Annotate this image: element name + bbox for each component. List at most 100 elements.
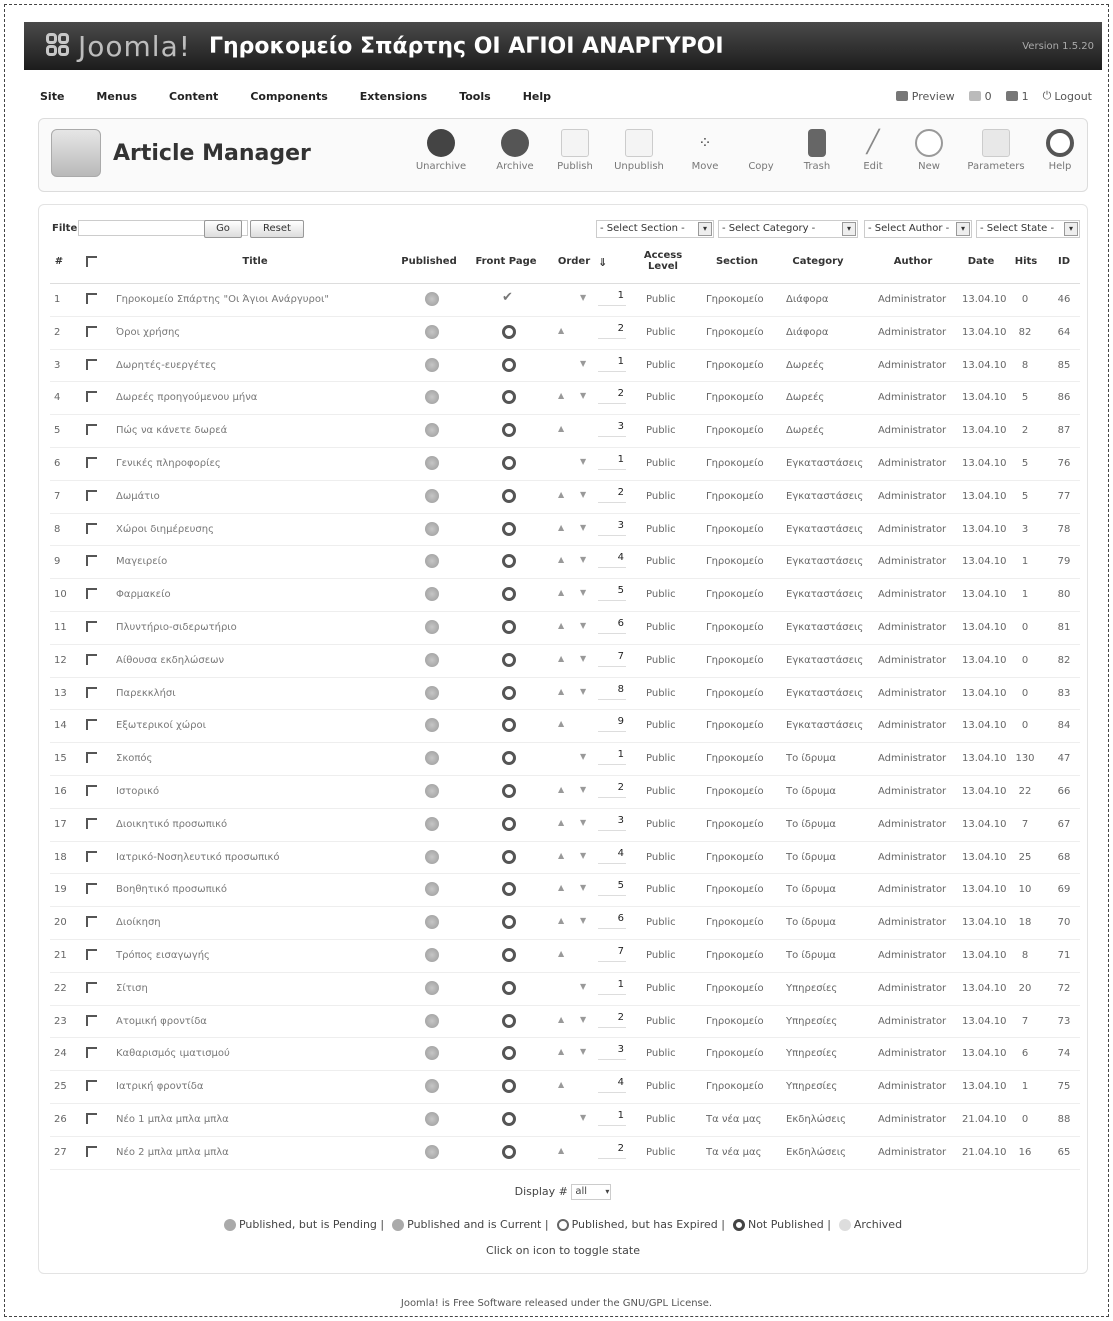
author-link[interactable]: Administrator: [878, 786, 954, 797]
article-title-link[interactable]: Διοίκηση: [116, 917, 386, 928]
published-icon[interactable]: [425, 718, 439, 733]
access-level-link[interactable]: Public: [646, 917, 676, 928]
front-page-no-icon[interactable]: [502, 357, 516, 372]
access-level-link[interactable]: Public: [646, 884, 676, 895]
order-input[interactable]: 2: [598, 388, 626, 405]
article-title-link[interactable]: Γηροκομείο Σπάρτης "Οι Άγιοι Ανάργυροι": [116, 294, 386, 305]
category-link[interactable]: Υπηρεσίες: [786, 1081, 866, 1092]
front-page-no-icon[interactable]: [502, 849, 516, 864]
row-checkbox[interactable]: [86, 883, 97, 895]
row-checkbox[interactable]: [86, 752, 97, 764]
go-button[interactable]: Go: [204, 220, 242, 238]
author-link[interactable]: Administrator: [878, 1147, 954, 1158]
article-title-link[interactable]: Δωμάτιο: [116, 491, 386, 502]
section-link[interactable]: Τα νέα μας: [706, 1114, 774, 1125]
front-page-no-icon[interactable]: [502, 488, 516, 503]
published-icon[interactable]: [425, 947, 439, 962]
order-input[interactable]: 1: [598, 356, 626, 372]
section-link[interactable]: Γηροκομείο: [706, 1081, 774, 1092]
published-icon[interactable]: [425, 1046, 439, 1061]
published-icon[interactable]: [425, 357, 439, 372]
access-level-link[interactable]: Public: [646, 1114, 676, 1125]
category-link[interactable]: Δωρεές: [786, 425, 866, 436]
category-link[interactable]: Το ίδρυμα: [786, 917, 866, 928]
move-down-icon[interactable]: ▼: [580, 752, 586, 761]
section-link[interactable]: Γηροκομείο: [706, 852, 774, 863]
row-checkbox[interactable]: [86, 916, 97, 928]
select-all-checkbox[interactable]: [86, 256, 97, 267]
row-checkbox[interactable]: [86, 391, 97, 403]
order-input[interactable]: 4: [598, 1077, 626, 1094]
published-icon[interactable]: [425, 652, 439, 667]
row-checkbox[interactable]: [86, 588, 97, 600]
section-link[interactable]: Γηροκομείο: [706, 556, 774, 567]
row-checkbox[interactable]: [86, 948, 97, 960]
menu-tools[interactable]: Tools: [459, 90, 490, 103]
row-checkbox[interactable]: [86, 325, 97, 337]
order-input[interactable]: 3: [598, 815, 626, 831]
front-page-no-icon[interactable]: [502, 324, 516, 339]
row-checkbox[interactable]: [86, 555, 97, 567]
front-page-no-icon[interactable]: [502, 882, 516, 897]
front-page-no-icon[interactable]: [502, 423, 516, 438]
access-level-link[interactable]: Public: [646, 688, 676, 699]
order-input[interactable]: 8: [598, 684, 626, 700]
author-link[interactable]: Administrator: [878, 819, 954, 830]
section-link[interactable]: Τα νέα μας: [706, 1147, 774, 1158]
access-level-link[interactable]: Public: [646, 983, 676, 994]
published-icon[interactable]: [425, 587, 439, 602]
move-down-icon[interactable]: ▼: [580, 523, 586, 532]
move-up-icon[interactable]: ▲: [558, 654, 564, 663]
article-title-link[interactable]: Δωρητές-ευεργέτες: [116, 360, 386, 371]
order-input[interactable]: 5: [598, 880, 626, 897]
row-checkbox[interactable]: [86, 1145, 97, 1157]
order-input[interactable]: 7: [598, 946, 626, 962]
order-input[interactable]: 2: [598, 1143, 626, 1159]
front-page-no-icon[interactable]: [502, 783, 516, 798]
row-checkbox[interactable]: [86, 817, 97, 829]
move-up-icon[interactable]: ▲: [558, 1047, 564, 1056]
menu-components[interactable]: Components: [250, 90, 327, 103]
order-input[interactable]: 5: [598, 585, 626, 602]
move-button[interactable]: ⁘ Move: [675, 129, 735, 185]
col-author[interactable]: Author: [876, 256, 950, 267]
front-page-no-icon[interactable]: [502, 1144, 516, 1159]
move-down-icon[interactable]: ▼: [580, 1015, 586, 1024]
access-level-link[interactable]: Public: [646, 458, 676, 469]
author-link[interactable]: Administrator: [878, 1016, 954, 1027]
move-up-icon[interactable]: ▲: [558, 883, 564, 892]
publish-button[interactable]: Publish: [545, 129, 605, 185]
order-input[interactable]: 2: [598, 487, 626, 503]
author-link[interactable]: Administrator: [878, 884, 954, 895]
front-page-no-icon[interactable]: [502, 521, 516, 536]
section-link[interactable]: Γηροκομείο: [706, 1016, 774, 1027]
front-page-no-icon[interactable]: [502, 652, 516, 667]
section-link[interactable]: Γηροκομείο: [706, 458, 774, 469]
row-checkbox[interactable]: [86, 293, 97, 304]
section-link[interactable]: Γηροκομείο: [706, 524, 774, 535]
move-down-icon[interactable]: ▼: [580, 654, 586, 663]
category-link[interactable]: Εγκαταστάσεις: [786, 589, 866, 600]
row-checkbox[interactable]: [86, 1112, 97, 1124]
access-level-link[interactable]: Public: [646, 1048, 676, 1059]
category-link[interactable]: Διάφορα: [786, 327, 866, 338]
move-up-icon[interactable]: ▲: [558, 621, 564, 630]
author-link[interactable]: Administrator: [878, 294, 954, 305]
article-title-link[interactable]: Ιατρικό-Νοσηλευτικό προσωπικό: [116, 852, 386, 863]
front-page-no-icon[interactable]: [502, 980, 516, 995]
article-title-link[interactable]: Εξωτερικοί χώροι: [116, 720, 386, 731]
section-link[interactable]: Γηροκομείο: [706, 917, 774, 928]
author-link[interactable]: Administrator: [878, 458, 954, 469]
published-icon[interactable]: [425, 1079, 439, 1094]
move-up-icon[interactable]: ▲: [558, 916, 564, 925]
move-up-icon[interactable]: ▲: [558, 1080, 564, 1089]
author-link[interactable]: Administrator: [878, 983, 954, 994]
author-link[interactable]: Administrator: [878, 1114, 954, 1125]
published-icon[interactable]: [425, 390, 439, 405]
article-title-link[interactable]: Διοικητικό προσωπικό: [116, 819, 386, 830]
published-icon[interactable]: [425, 685, 439, 700]
front-page-no-icon[interactable]: [502, 1111, 516, 1126]
published-icon[interactable]: [425, 849, 439, 864]
row-checkbox[interactable]: [86, 850, 97, 862]
logout-link[interactable]: ⏻ Logout: [1043, 89, 1092, 103]
